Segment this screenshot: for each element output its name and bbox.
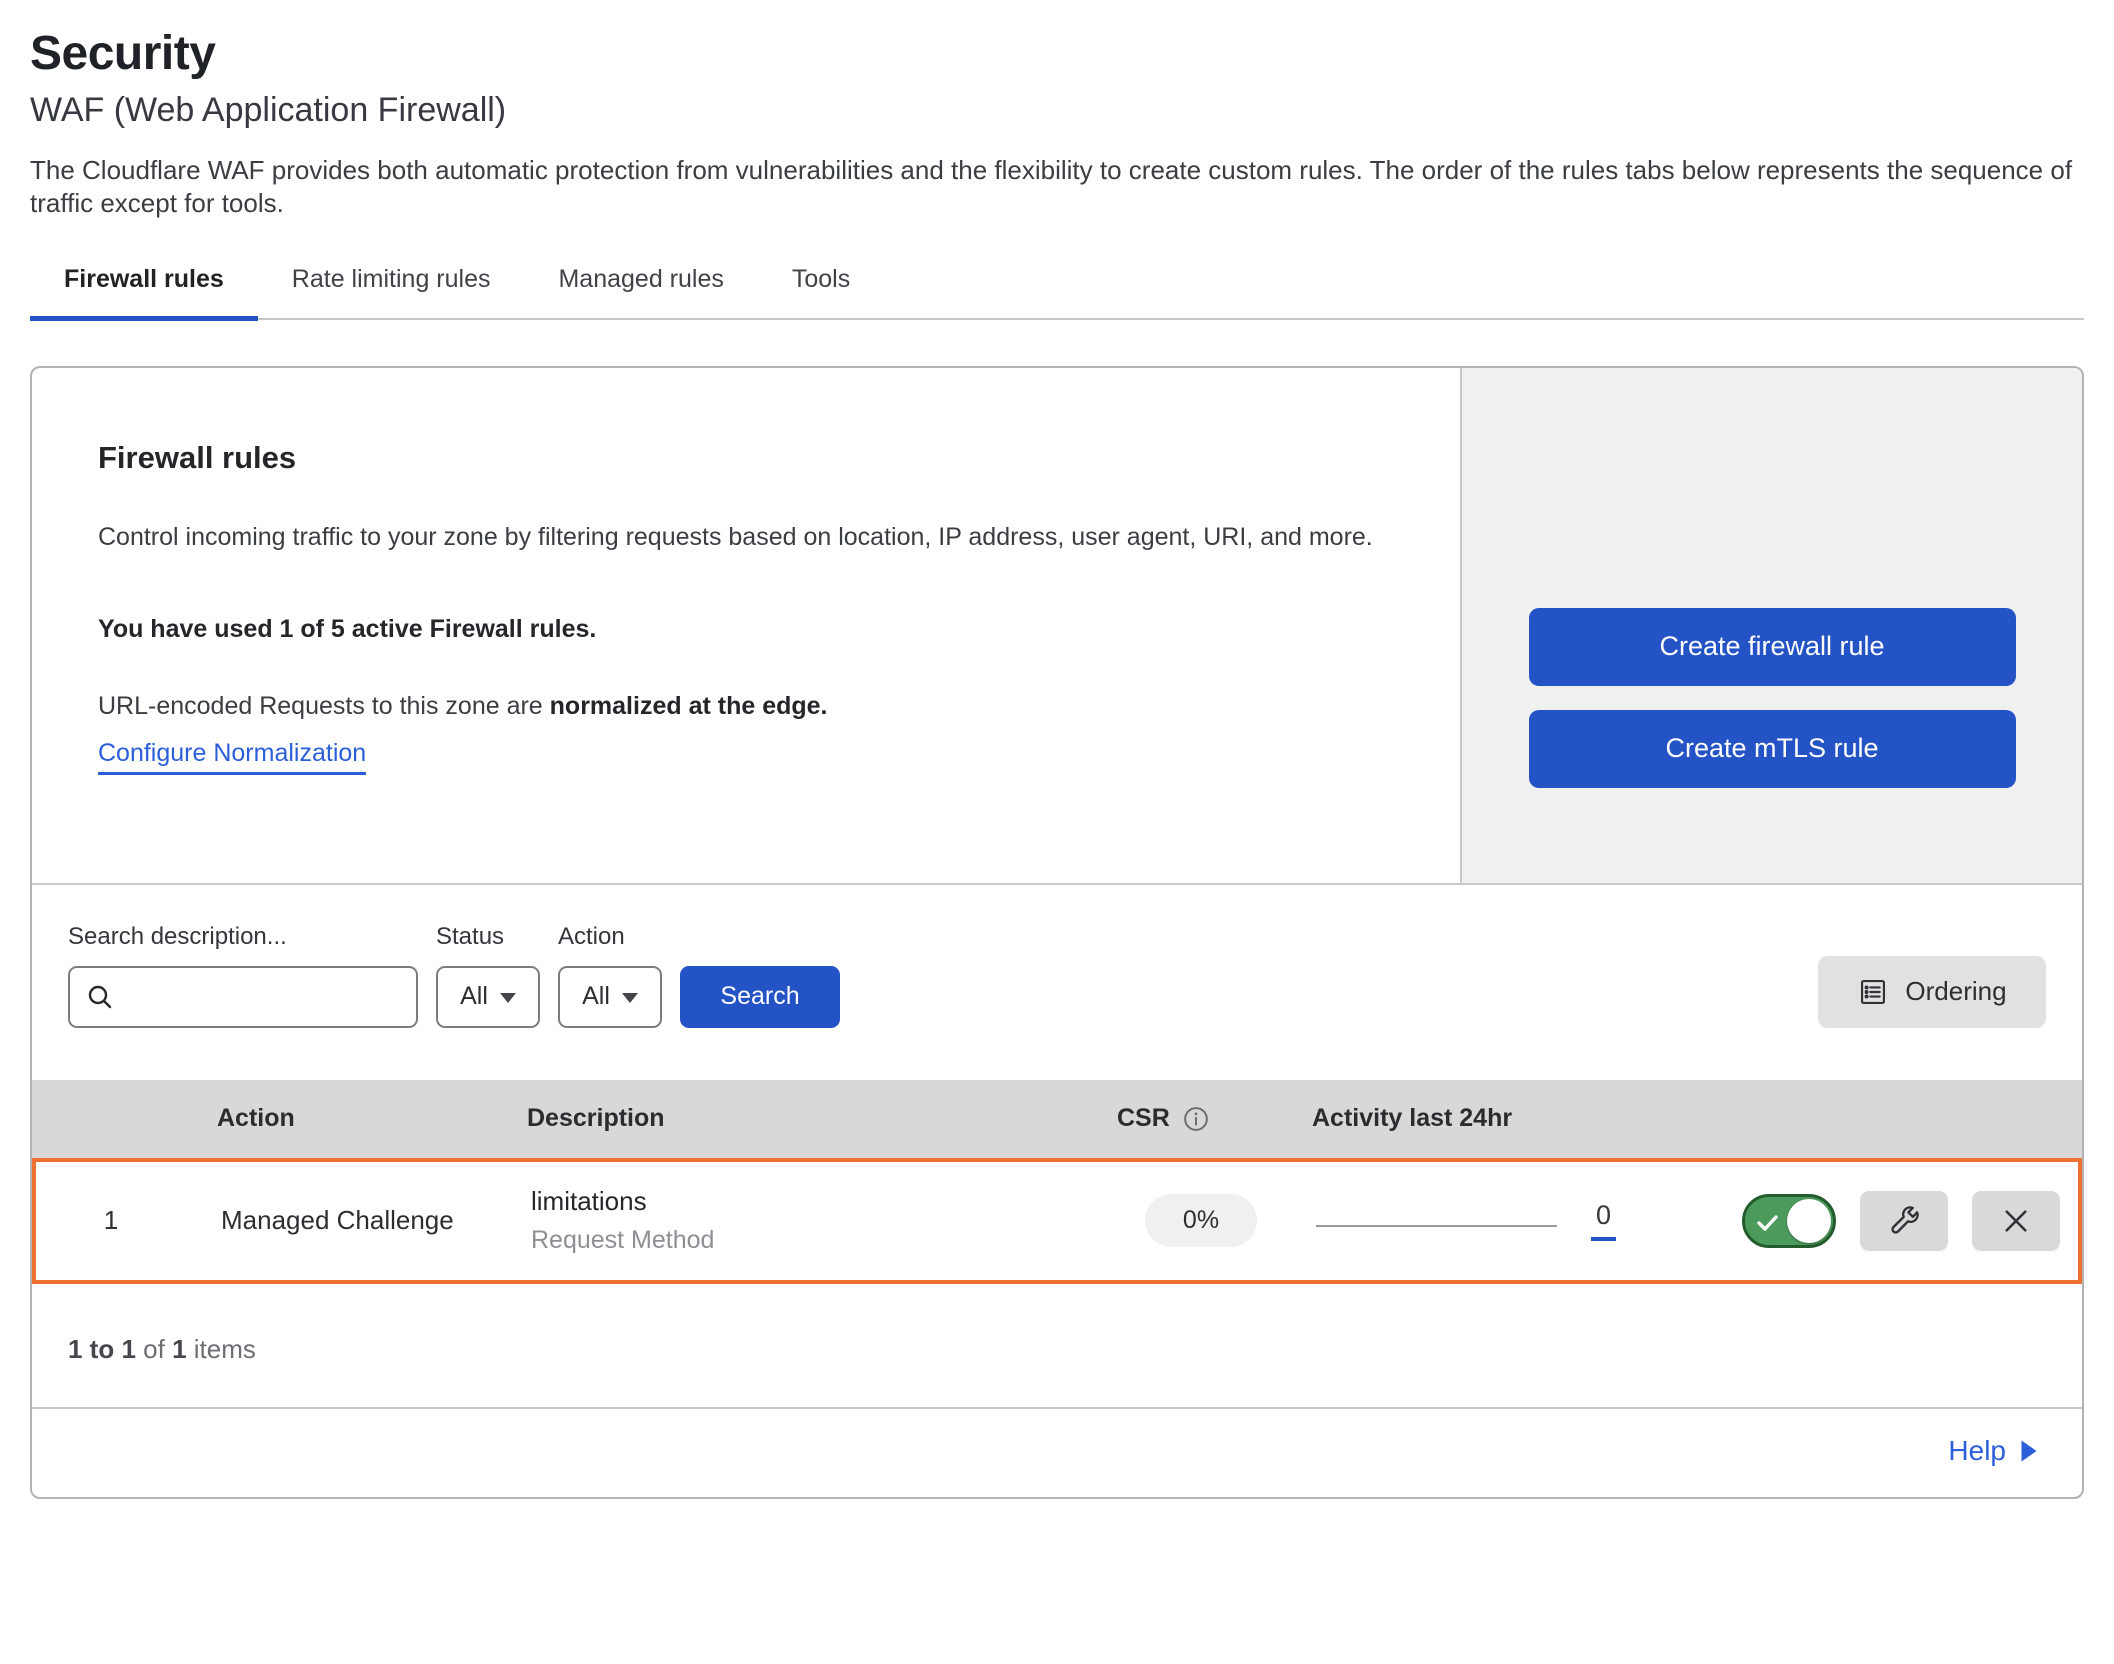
page-description: The Cloudflare WAF provides both automat…	[30, 154, 2084, 221]
column-action: Action	[182, 1104, 527, 1133]
rule-description-cell: limitations Request Method	[531, 1186, 1086, 1255]
rule-action: Managed Challenge	[186, 1205, 531, 1236]
delete-rule-button[interactable]	[1972, 1191, 2060, 1251]
activity-count-link[interactable]: 0	[1591, 1200, 1616, 1241]
rule-priority: 1	[36, 1205, 186, 1236]
activity-sparkline	[1316, 1225, 1557, 1227]
status-dropdown[interactable]: All	[436, 966, 540, 1028]
table-header: Action Description CSR Activity last 24h…	[32, 1080, 2082, 1158]
check-icon	[1756, 1212, 1780, 1234]
tab-firewall-rules[interactable]: Firewall rules	[30, 265, 258, 321]
csr-badge: 0%	[1145, 1194, 1257, 1247]
close-icon	[2000, 1205, 2032, 1237]
rule-description[interactable]: limitations	[531, 1186, 1066, 1217]
tab-tools[interactable]: Tools	[758, 265, 884, 321]
column-description: Description	[527, 1104, 1082, 1133]
table-row: 1 Managed Challenge limitations Request …	[32, 1158, 2082, 1284]
search-label: Search description...	[68, 923, 418, 951]
configure-normalization-link[interactable]: Configure Normalization	[98, 739, 366, 775]
search-button[interactable]: Search	[680, 966, 840, 1028]
ordering-button[interactable]: Ordering	[1818, 956, 2046, 1028]
tab-managed-rules[interactable]: Managed rules	[524, 265, 757, 321]
action-dropdown[interactable]: All	[558, 966, 662, 1028]
usage-line: You have used 1 of 5 active Firewall rul…	[98, 615, 1400, 644]
filters-bar: Search description... Status All	[32, 883, 2082, 1080]
status-label: Status	[436, 923, 540, 951]
ordering-list-icon	[1857, 976, 1889, 1008]
search-box	[68, 966, 418, 1028]
rules-tabs: Firewall rules Rate limiting rules Manag…	[30, 265, 2084, 320]
chevron-down-icon	[622, 993, 638, 1003]
tab-rate-limiting-rules[interactable]: Rate limiting rules	[258, 265, 525, 321]
rule-enabled-toggle[interactable]	[1742, 1194, 1836, 1248]
normalization-line: URL-encoded Requests to this zone are no…	[98, 692, 1400, 721]
edit-rule-button[interactable]	[1860, 1191, 1948, 1251]
page-title: Security	[30, 26, 2084, 81]
toggle-knob	[1787, 1199, 1831, 1243]
search-icon	[84, 981, 116, 1013]
column-activity: Activity last 24hr	[1312, 1104, 1657, 1133]
info-icon[interactable]	[1182, 1105, 1210, 1133]
column-csr: CSR	[1082, 1104, 1312, 1133]
create-mtls-rule-button[interactable]: Create mTLS rule	[1529, 710, 2016, 788]
wrench-icon	[1886, 1203, 1922, 1239]
help-arrow-icon	[2020, 1439, 2038, 1463]
card-heading: Firewall rules	[98, 440, 1400, 476]
items-count: 1 to 1 of 1 items	[32, 1284, 2082, 1407]
firewall-rules-card: Firewall rules Control incoming traffic …	[30, 366, 2084, 1499]
rule-expression: Request Method	[531, 1226, 1066, 1255]
create-firewall-rule-button[interactable]: Create firewall rule	[1529, 608, 2016, 686]
chevron-down-icon	[500, 993, 516, 1003]
create-rule-panel: Create firewall rule Create mTLS rule	[1460, 368, 2082, 883]
search-input[interactable]	[116, 968, 430, 1026]
security-waf-page: Security WAF (Web Application Firewall) …	[0, 26, 2114, 1499]
page-subtitle: WAF (Web Application Firewall)	[30, 91, 2084, 130]
help-link[interactable]: Help	[1948, 1435, 2038, 1467]
action-label: Action	[558, 923, 662, 951]
card-description: Control incoming traffic to your zone by…	[98, 510, 1400, 565]
firewall-rules-summary: Firewall rules Control incoming traffic …	[32, 368, 2082, 883]
